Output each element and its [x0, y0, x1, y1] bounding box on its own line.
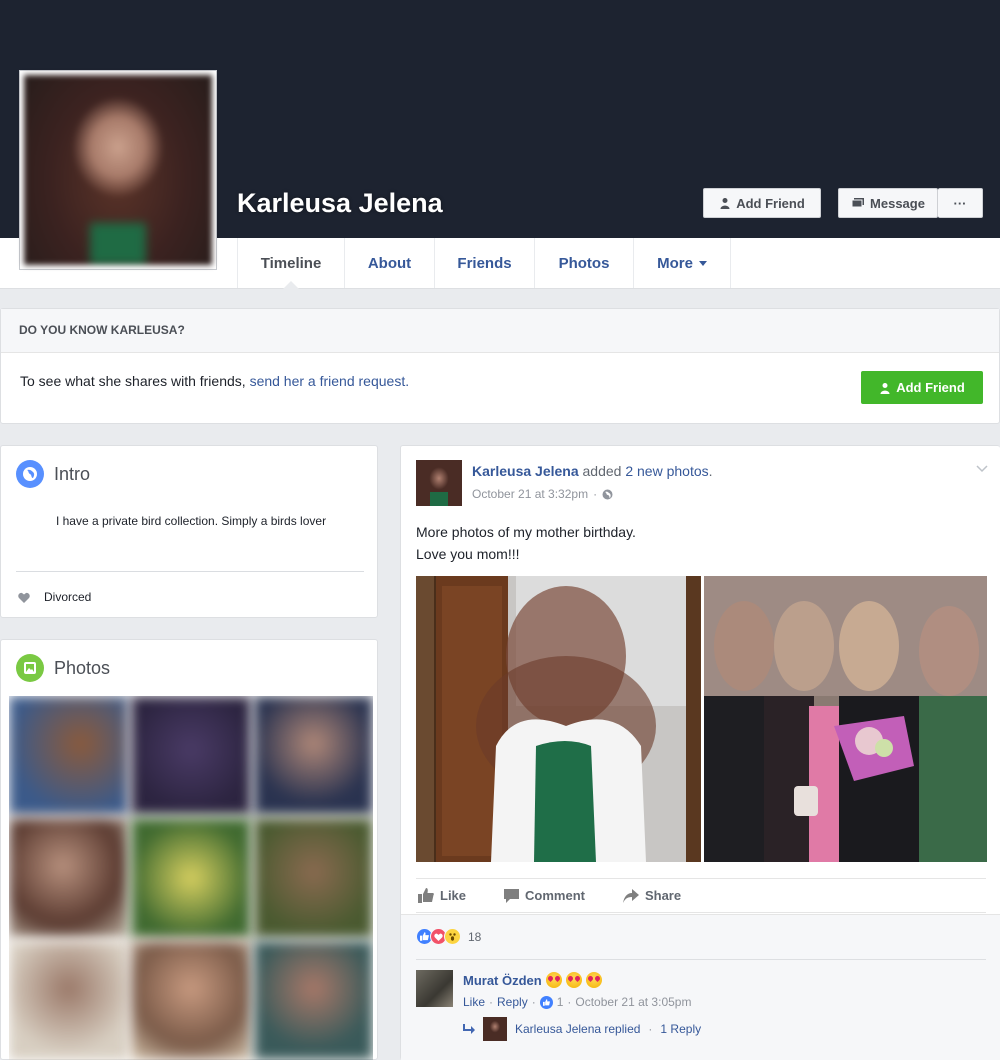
add-friend-green-label: Add Friend [896, 380, 965, 395]
new-photos-link[interactable]: 2 new photos [625, 463, 708, 479]
add-friend-icon [720, 198, 730, 209]
photos-card: Photos [0, 639, 378, 1060]
replier-label: Karleusa Jelena replied [515, 1022, 641, 1036]
reactions-summary[interactable]: 18 [416, 928, 481, 945]
comment-label: Comment [525, 888, 585, 903]
add-friend-label: Add Friend [736, 195, 805, 211]
photo-thumbnail[interactable] [253, 818, 373, 938]
comment-like-link[interactable]: Like [463, 995, 485, 1009]
message-button[interactable]: Message [838, 188, 938, 218]
intro-bio: I have a private bird collection. Simply… [55, 514, 327, 528]
post-card: Karleusa Jelena added 2 new photos. Octo… [400, 445, 1000, 1060]
globe-icon [16, 460, 44, 488]
tab-more-label: More [657, 254, 693, 272]
divider [416, 959, 986, 960]
photo-thumbnail[interactable] [253, 696, 373, 816]
post-photo[interactable] [416, 576, 701, 862]
comment-like-count[interactable]: 1 [557, 995, 564, 1009]
comment-body: Murat Özden [463, 972, 602, 988]
comments-section: 18 Murat Özden Like · Reply · 1 · Octobe… [401, 914, 1000, 1060]
intro-title-label: Intro [54, 463, 91, 484]
tab-timeline[interactable]: Timeline [237, 238, 345, 289]
tab-photos[interactable]: Photos [535, 238, 634, 288]
post-text: More photos of my mother birthday. Love … [416, 524, 636, 562]
divider [16, 571, 364, 572]
reply-count: 1 Reply [660, 1022, 702, 1036]
friend-request-panel: DO YOU KNOW KARLEUSA? To see what she sh… [0, 308, 1000, 424]
post-timestamp-link[interactable]: October 21 at 3:32pm [472, 487, 588, 501]
friend-request-heading: DO YOU KNOW KARLEUSA? [1, 309, 999, 353]
message-icon [851, 198, 865, 208]
thumbs-up-icon [418, 888, 434, 903]
photo-thumbnail[interactable] [253, 940, 373, 1060]
post-header: Karleusa Jelena added 2 new photos. [472, 463, 713, 479]
privacy-globe-icon[interactable] [602, 489, 613, 500]
post-author-avatar[interactable] [416, 460, 462, 506]
more-dots-icon: ··· [953, 195, 967, 211]
tab-friends[interactable]: Friends [435, 238, 535, 288]
photo-grid [9, 696, 373, 1060]
replies-summary[interactable]: Karleusa Jelena replied · 1 Reply [463, 1017, 701, 1041]
heart-eyes-emoji-icon [545, 972, 562, 988]
tab-about[interactable]: About [345, 238, 435, 288]
add-friend-button[interactable]: Add Friend [703, 188, 821, 218]
friend-request-text: To see what she shares with friends, sen… [20, 373, 410, 389]
like-button[interactable]: Like [418, 888, 466, 903]
wow-reaction-icon [444, 928, 461, 945]
photo-thumbnail[interactable] [9, 818, 129, 938]
relationship-label: Divorced [44, 590, 92, 604]
comment-button[interactable]: Comment [504, 888, 585, 903]
photo-thumbnail[interactable] [9, 696, 129, 816]
relationship-status: Divorced [18, 590, 91, 604]
comment-reply-link[interactable]: Reply [497, 995, 528, 1009]
comment-icon [504, 888, 520, 903]
message-label: Message [870, 195, 925, 211]
post-timestamp: October 21 at 3:32pm · [472, 487, 613, 501]
intro-card: Intro I have a private bird collection. … [0, 445, 378, 618]
send-friend-request-link[interactable]: send her a friend request. [250, 373, 410, 389]
commenter-name[interactable]: Murat Özden [463, 973, 542, 988]
heart-eyes-emoji-icon [565, 972, 582, 988]
commenter-avatar[interactable] [416, 970, 453, 1007]
post-author-name[interactable]: Karleusa Jelena [472, 463, 579, 479]
comment-like-count-icon [539, 995, 553, 1009]
share-label: Share [644, 888, 682, 903]
reply-arrow-icon [463, 1024, 475, 1034]
photo-thumbnail[interactable] [9, 940, 129, 1060]
more-options-button[interactable]: ··· [938, 188, 983, 218]
tab-more[interactable]: More [634, 238, 731, 288]
photo-thumbnail[interactable] [131, 940, 251, 1060]
heart-icon [18, 592, 30, 603]
intro-title: Intro [16, 460, 90, 488]
photo-thumbnail[interactable] [131, 818, 251, 938]
like-label: Like [440, 888, 467, 903]
share-button[interactable]: Share [622, 888, 682, 903]
photo-thumbnail[interactable] [131, 696, 251, 816]
photos-title-label: Photos [54, 657, 111, 678]
post-options-chevron-icon[interactable] [976, 462, 988, 476]
post-photo[interactable] [704, 576, 987, 862]
comment-meta: Like · Reply · 1 · October 21 at 3:05pm [463, 995, 692, 1009]
heart-eyes-emoji-icon [585, 972, 602, 988]
replier-avatar [483, 1017, 507, 1041]
photos-title[interactable]: Photos [16, 654, 110, 682]
comment-timestamp[interactable]: October 21 at 3:05pm [575, 995, 691, 1009]
photo-icon [16, 654, 44, 682]
share-icon [622, 888, 639, 903]
add-friend-green-button[interactable]: Add Friend [861, 371, 983, 404]
profile-name[interactable]: Karleusa Jelena [237, 188, 443, 219]
profile-picture[interactable] [19, 70, 217, 270]
caret-down-icon [698, 260, 707, 266]
reaction-count: 18 [468, 929, 482, 944]
add-friend-icon [880, 382, 890, 394]
post-action-bar: Like Comment Share [416, 878, 986, 913]
